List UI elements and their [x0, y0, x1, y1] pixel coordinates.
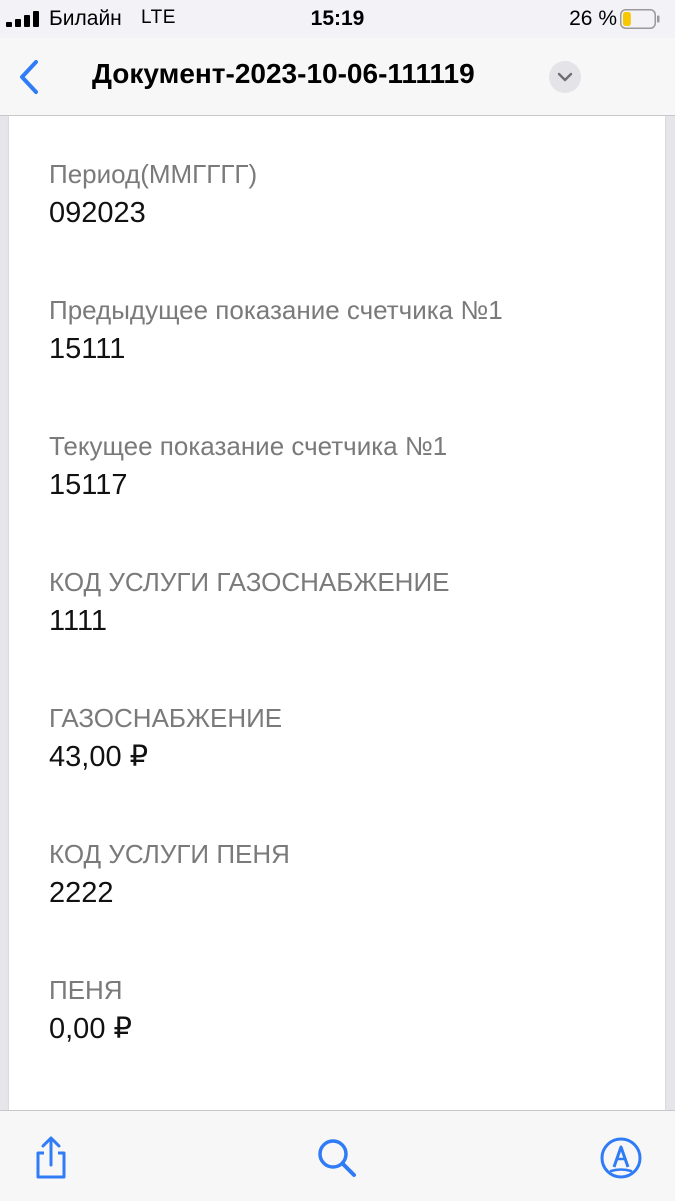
status-bar: Билайн LTE 15:19 26 % — [0, 0, 675, 38]
back-button[interactable] — [10, 56, 48, 98]
field-period: Период(ММГГГГ) 092023 — [49, 158, 649, 232]
chevron-left-icon — [20, 60, 38, 94]
field-label: ПЕНЯ — [49, 975, 123, 1005]
field-label: КОД УСЛУГИ ГАЗОСНАБЖЕНИЕ — [49, 567, 450, 597]
field-gas-supply: ГАЗОСНАБЖЕНИЕ 43,00 ₽ — [49, 702, 649, 776]
field-penalty: ПЕНЯ 0,00 ₽ — [49, 974, 649, 1048]
document-title: Документ-2023-10-06-111119 — [92, 58, 475, 89]
chevron-down-icon — [557, 72, 573, 82]
bottom-toolbar — [0, 1110, 675, 1201]
field-label: Предыдущее показание счетчика №1 — [49, 295, 503, 325]
field-label: Период(ММГГГГ) — [49, 159, 258, 189]
field-penalty-service-code: КОД УСЛУГИ ПЕНЯ 2222 — [49, 838, 649, 912]
title-menu-button[interactable] — [549, 61, 581, 93]
field-value: 15117 — [49, 469, 128, 501]
field-label: Текущее показание счетчика №1 — [49, 431, 448, 461]
battery-fill — [623, 12, 631, 26]
document-viewer[interactable]: Период(ММГГГГ) 092023 Предыдущее показан… — [0, 116, 675, 1110]
field-label: ГАЗОСНАБЖЕНИЕ — [49, 703, 283, 733]
field-value: 43,00 ₽ — [49, 741, 149, 773]
battery-percent: 26 % — [569, 7, 617, 30]
field-value: 1111 — [49, 605, 108, 637]
share-button[interactable] — [28, 1135, 74, 1181]
field-value: 2222 — [49, 877, 114, 909]
markup-button[interactable] — [598, 1135, 644, 1181]
field-value: 092023 — [49, 197, 146, 229]
battery-icon — [620, 9, 660, 29]
field-value: 0,00 ₽ — [49, 1013, 132, 1045]
field-gas-service-code: КОД УСЛУГИ ГАЗОСНАБЖЕНИЕ 1111 — [49, 566, 649, 640]
field-current-reading: Текущее показание счетчика №1 15117 — [49, 430, 649, 504]
search-button[interactable] — [314, 1135, 360, 1181]
search-icon — [318, 1139, 356, 1177]
navigation-bar: Документ-2023-10-06-111119 — [0, 38, 675, 116]
document-page: Период(ММГГГГ) 092023 Предыдущее показан… — [9, 116, 665, 1110]
field-value: 15111 — [49, 333, 126, 365]
share-icon — [36, 1136, 66, 1179]
markup-pen-icon — [600, 1137, 642, 1179]
field-label: КОД УСЛУГИ ПЕНЯ — [49, 839, 290, 869]
field-previous-reading: Предыдущее показание счетчика №1 15111 — [49, 294, 649, 368]
